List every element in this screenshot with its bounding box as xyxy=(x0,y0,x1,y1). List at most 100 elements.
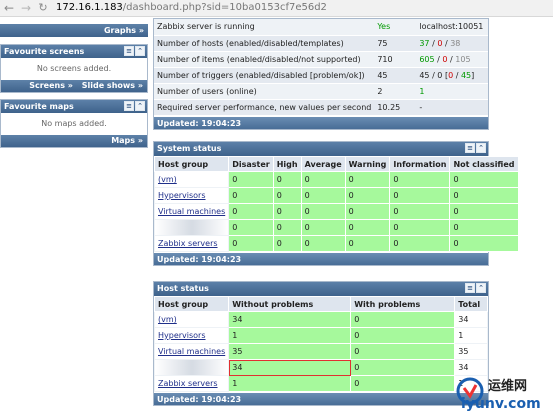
with-problems-cell[interactable]: 0 xyxy=(350,343,456,360)
host-group-link[interactable]: Hypervisors xyxy=(158,331,206,340)
host-group-link[interactable]: Virtual machines xyxy=(158,207,225,216)
severity-cell[interactable]: 0 xyxy=(344,171,391,188)
menu-icon[interactable]: ≡ xyxy=(465,283,475,293)
severity-cell[interactable]: 0 xyxy=(228,235,274,252)
host-group-link[interactable]: (vm) xyxy=(158,175,177,184)
info-label: Number of triggers (enabled/disabled [pr… xyxy=(154,67,375,84)
severity-cell[interactable]: 0 xyxy=(272,203,302,220)
host-group-cell[interactable]: (vm) xyxy=(153,171,230,188)
column-header: Warning xyxy=(344,156,391,172)
url-path: /dashboard.php?sid=10ba0153cf7e56d2 xyxy=(122,2,327,13)
slide-shows-link[interactable]: Slide shows » xyxy=(82,81,143,90)
info-details: - xyxy=(416,99,488,116)
severity-cell[interactable]: 0 xyxy=(228,203,274,220)
watermark-cn-text: 运维网 xyxy=(488,379,528,394)
without-problems-cell[interactable]: 35 xyxy=(228,343,352,360)
host-group-cell[interactable]: (vm) xyxy=(153,311,230,328)
severity-cell[interactable]: 0 xyxy=(300,171,346,188)
severity-cell[interactable]: 0 xyxy=(389,203,451,220)
info-value: 10.25 xyxy=(374,99,417,116)
table-row: Zabbix servers 1 0 1 xyxy=(153,375,488,392)
severity-cell[interactable]: 0 xyxy=(272,187,302,204)
host-group-cell[interactable]: Zabbix servers xyxy=(153,375,230,392)
browser-toolbar: ← → ↻ 172.16.1.183/dashboard.php?sid=10b… xyxy=(0,0,553,17)
severity-cell[interactable]: 0 xyxy=(449,219,519,236)
severity-cell[interactable]: 0 xyxy=(272,171,302,188)
without-problems-cell[interactable]: 1 xyxy=(228,327,352,344)
maps-link[interactable]: Maps » xyxy=(111,136,143,145)
severity-cell[interactable]: 0 xyxy=(300,187,346,204)
severity-cell[interactable]: 0 xyxy=(389,187,451,204)
severity-cell[interactable]: 0 xyxy=(344,219,391,236)
severity-cell[interactable]: 0 xyxy=(449,235,519,252)
back-arrow-icon[interactable]: ← xyxy=(2,1,16,15)
host-group-link[interactable]: Zabbix servers xyxy=(158,239,218,248)
menu-icon[interactable]: ≡ xyxy=(465,143,475,153)
severity-cell[interactable]: 0 xyxy=(344,203,391,220)
severity-cell[interactable]: 0 xyxy=(300,235,346,252)
severity-cell[interactable]: 0 xyxy=(449,203,519,220)
host-group-link[interactable]: Hypervisors xyxy=(158,191,206,200)
info-value: 45 xyxy=(374,67,417,84)
redacted-host-group-cell[interactable] xyxy=(153,359,230,376)
severity-cell[interactable]: 0 xyxy=(389,219,451,236)
host-group-cell[interactable]: Virtual machines xyxy=(153,203,230,220)
severity-cell[interactable]: 0 xyxy=(228,171,274,188)
collapse-icon[interactable]: ⌃ xyxy=(135,101,145,111)
host-group-link[interactable]: (vm) xyxy=(158,315,177,324)
forward-arrow-icon[interactable]: → xyxy=(19,1,33,15)
info-value: 2 xyxy=(374,83,417,100)
favourite-maps-footer: Maps » xyxy=(1,135,147,147)
severity-cell[interactable]: 0 xyxy=(300,203,346,220)
without-problems-cell-highlighted[interactable]: 34 xyxy=(228,359,352,376)
host-group-cell[interactable]: Hypervisors xyxy=(153,327,230,344)
screens-link[interactable]: Screens » xyxy=(29,81,73,90)
severity-cell[interactable]: 0 xyxy=(300,219,346,236)
host-status-header: Host status ≡ ⌃ xyxy=(154,282,488,296)
severity-cell[interactable]: 0 xyxy=(228,187,274,204)
collapse-icon[interactable]: ⌃ xyxy=(476,283,486,293)
severity-cell[interactable]: 0 xyxy=(389,235,451,252)
info-value: Yes xyxy=(374,19,417,36)
table-row: Number of hosts (enabled/disabled/templa… xyxy=(154,35,488,52)
severity-cell[interactable]: 0 xyxy=(272,235,302,252)
info-details: 605 / 0 / 105 xyxy=(416,51,488,68)
redacted-host-group-cell[interactable] xyxy=(153,219,230,236)
without-problems-cell[interactable]: 34 xyxy=(228,311,352,328)
host-status-panel: Host status ≡ ⌃ Host group Without probl… xyxy=(153,281,489,406)
total-cell: 1 xyxy=(454,327,488,344)
severity-cell[interactable]: 0 xyxy=(449,171,519,188)
severity-cell[interactable]: 0 xyxy=(449,187,519,204)
severity-cell[interactable]: 0 xyxy=(344,187,391,204)
host-group-cell[interactable]: Virtual machines xyxy=(153,343,230,360)
favourite-maps-title: Favourite maps xyxy=(4,102,74,111)
column-header: Not classified xyxy=(449,156,519,172)
reload-icon[interactable]: ↻ xyxy=(36,1,50,15)
menu-icon[interactable]: ≡ xyxy=(124,46,134,56)
with-problems-cell[interactable]: 0 xyxy=(350,327,456,344)
collapse-icon[interactable]: ⌃ xyxy=(135,46,145,56)
favourite-screens-footer: Screens » Slide shows » xyxy=(1,80,147,92)
with-problems-cell[interactable]: 0 xyxy=(350,311,456,328)
host-group-link[interactable]: Virtual machines xyxy=(158,347,225,356)
severity-cell[interactable]: 0 xyxy=(344,235,391,252)
no-screens-text: No screens added. xyxy=(36,64,112,73)
host-group-cell[interactable]: Zabbix servers xyxy=(153,235,230,252)
address-bar[interactable]: 172.16.1.183/dashboard.php?sid=10ba0153c… xyxy=(56,1,327,15)
without-problems-cell[interactable]: 1 xyxy=(228,375,352,392)
with-problems-cell[interactable]: 0 xyxy=(350,359,456,376)
severity-cell[interactable]: 0 xyxy=(389,171,451,188)
menu-icon[interactable]: ≡ xyxy=(124,101,134,111)
total-cell: 34 xyxy=(454,311,488,328)
collapse-icon[interactable]: ⌃ xyxy=(476,143,486,153)
host-group-link[interactable]: Zabbix servers xyxy=(158,379,218,388)
table-row: Zabbix server is running Yes localhost:1… xyxy=(154,19,488,36)
host-status-updated: Updated: 19:04:23 xyxy=(154,392,488,405)
favourite-screens-title: Favourite screens xyxy=(4,47,85,56)
graphs-link[interactable]: Graphs » xyxy=(104,26,144,35)
host-group-cell[interactable]: Hypervisors xyxy=(153,187,230,204)
severity-cell[interactable]: 0 xyxy=(228,219,274,236)
column-header: Total xyxy=(454,296,488,312)
severity-cell[interactable]: 0 xyxy=(272,219,302,236)
with-problems-cell[interactable]: 0 xyxy=(350,375,456,392)
